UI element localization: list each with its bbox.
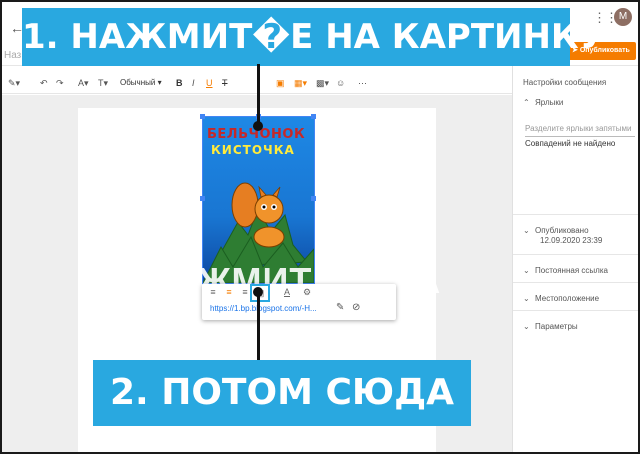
- sidebar-published-title: Опубликовано: [535, 226, 589, 235]
- paragraph-style-label: Обычный: [120, 78, 156, 87]
- sidebar-options-title: Параметры: [535, 322, 578, 331]
- font-size-icon[interactable]: T▾: [98, 76, 108, 90]
- connector-line-2: [257, 292, 260, 362]
- redo-icon[interactable]: ↷: [56, 76, 64, 90]
- divider: [513, 214, 638, 215]
- align-left-icon[interactable]: ≡: [206, 287, 220, 297]
- sidebar-location-title: Местоположение: [535, 294, 600, 303]
- sidebar-location-toggle[interactable]: ⌄ Местоположение: [523, 294, 599, 303]
- book-cover-image[interactable]: БЕЛЬЧОНОК КИСТОЧКА: [203, 117, 314, 283]
- strikethrough-icon[interactable]: T: [222, 76, 228, 90]
- chevron-down-icon: ⌄: [523, 226, 530, 235]
- video-icon[interactable]: ▩▾: [316, 76, 329, 90]
- chevron-down-icon: ⌄: [523, 322, 530, 331]
- alt-text-icon[interactable]: A: [280, 287, 294, 297]
- post-title-input[interactable]: Наз: [4, 50, 21, 61]
- resize-handle-l[interactable]: [200, 196, 205, 201]
- resize-handle-tl[interactable]: [200, 114, 205, 119]
- step2-callout: 2. ПОТОМ СЮДА: [93, 360, 471, 426]
- step1-callout: 1. НАЖМИТ�Е НА КАРТИНКУ: [22, 8, 605, 66]
- published-date: 12.09.2020 23:39: [540, 236, 603, 245]
- image-icon[interactable]: ▣: [276, 76, 285, 90]
- unlink-icon[interactable]: ⊘: [352, 302, 360, 313]
- divider: [513, 282, 638, 283]
- chevron-down-icon: ⌄: [523, 266, 530, 275]
- sidebar-published-toggle[interactable]: ⌄ Опубликовано: [523, 226, 589, 235]
- labels-no-match: Совпадений не найдено: [525, 139, 616, 148]
- insert-image-icon[interactable]: ▦▾: [294, 76, 307, 90]
- post-settings-sidebar: Настройки сообщения ⌃ Ярлыки Разделите яр…: [512, 66, 638, 452]
- edit-link-icon[interactable]: ✎: [336, 302, 344, 313]
- resize-handle-tr[interactable]: [311, 114, 316, 119]
- connector-dot-2: [253, 287, 263, 297]
- connector-dot-1: [253, 121, 263, 131]
- paragraph-style-select[interactable]: Обычный ▾: [120, 76, 162, 90]
- more-options-icon[interactable]: ⋯: [358, 76, 367, 90]
- squirrel-illustration: [203, 182, 314, 283]
- connector-line-1: [257, 64, 260, 126]
- sidebar-options-toggle[interactable]: ⌄ Параметры: [523, 322, 578, 331]
- selected-image[interactable]: БЕЛЬЧОНОК КИСТОЧКА: [200, 114, 316, 284]
- font-icon[interactable]: A▾: [78, 76, 89, 90]
- divider: [513, 254, 638, 255]
- undo-icon[interactable]: ↶: [40, 76, 48, 90]
- avatar[interactable]: M: [614, 8, 632, 26]
- chevron-up-icon: ⌃: [523, 98, 530, 107]
- align-center-icon[interactable]: ≡: [222, 287, 236, 297]
- bold-button[interactable]: B: [176, 76, 183, 90]
- sidebar-permalink-title: Постоянная ссылка: [535, 266, 608, 275]
- resize-handle-r[interactable]: [311, 196, 316, 201]
- italic-button[interactable]: I: [192, 76, 195, 90]
- chevron-down-icon: ⌄: [523, 294, 530, 303]
- sidebar-permalink-toggle[interactable]: ⌄ Постоянная ссылка: [523, 266, 608, 275]
- sidebar-heading: Настройки сообщения: [523, 78, 607, 87]
- sidebar-labels-title: Ярлыки: [535, 98, 564, 107]
- sidebar-labels-toggle[interactable]: ⌃ Ярлыки: [523, 98, 563, 107]
- compose-mode-icon[interactable]: ✎▾: [8, 76, 20, 90]
- underline-button[interactable]: U: [206, 76, 213, 90]
- labels-input[interactable]: Разделите ярлыки запятыми: [525, 124, 635, 137]
- image-url-link[interactable]: https://1.bp.blogspot.com/-H...: [210, 304, 317, 313]
- settings-gear-icon[interactable]: ⚙: [300, 287, 314, 298]
- image-toolbar: ≡ ≡ ≡ ▣ A ⚙ https://1.bp.blogspot.com/-H…: [202, 284, 396, 320]
- divider: [513, 310, 638, 311]
- emoji-icon[interactable]: ☺: [336, 76, 345, 90]
